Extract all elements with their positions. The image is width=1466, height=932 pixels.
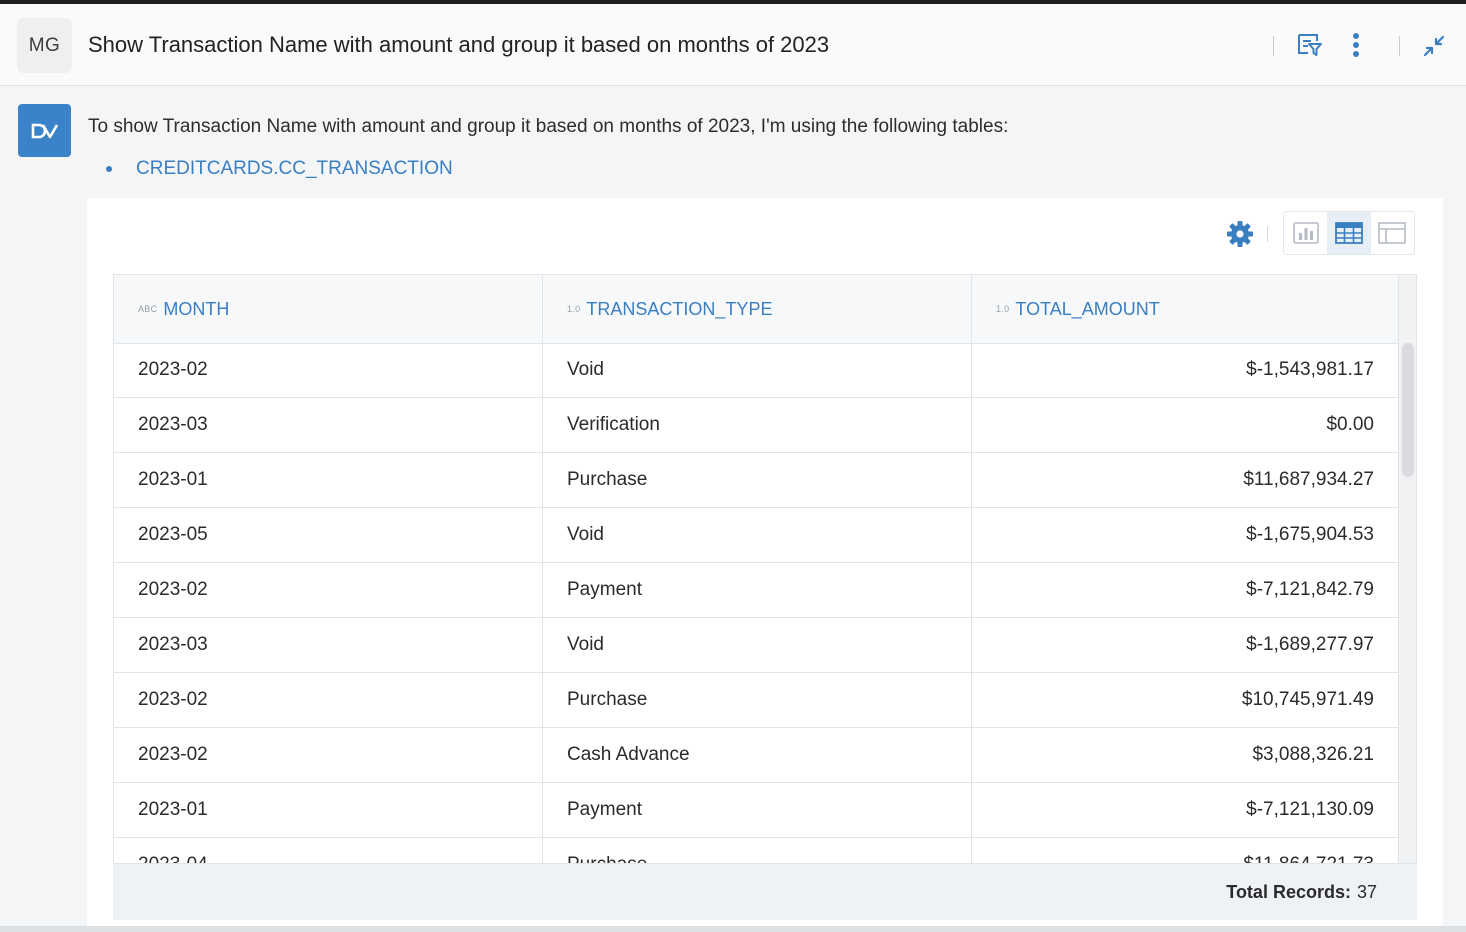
column-header-total-amount[interactable]: 1.0 TOTAL_AMOUNT	[972, 275, 1399, 343]
table-row: 2023-02 Purchase $10,745,971.49	[114, 673, 1399, 728]
cell-transaction-type: Cash Advance	[543, 728, 972, 782]
column-name: MONTH	[163, 298, 230, 319]
window-bottom-border	[0, 926, 1466, 932]
cell-total-amount: $3,088,326.21	[972, 728, 1399, 782]
total-records-label: Total Records:	[1226, 881, 1351, 902]
answer-text: To show Transaction Name with amount and…	[88, 116, 1009, 137]
cell-transaction-type: Purchase	[543, 673, 972, 727]
cell-total-amount: $0.00	[972, 398, 1399, 452]
table-body: 2023-02 Void $-1,543,981.17 2023-03 Veri…	[114, 343, 1399, 863]
gear-icon[interactable]	[1226, 220, 1254, 248]
table-header: ABC MONTH 1.0 TRANSACTION_TYPE 1.0 TOTAL…	[114, 275, 1399, 344]
cell-month: 2023-01	[114, 783, 543, 837]
table-row: 2023-05 Void $-1,675,904.53	[114, 508, 1399, 563]
toolbar-divider	[1267, 226, 1268, 242]
cell-transaction-type: Purchase	[543, 838, 972, 863]
filter-list-icon[interactable]	[1294, 30, 1324, 60]
table-row: 2023-01 Purchase $11,687,934.27	[114, 453, 1399, 508]
cell-month: 2023-05	[114, 508, 543, 562]
more-vertical-icon[interactable]	[1345, 30, 1367, 60]
question-text: Show Transaction Name with amount and gr…	[88, 32, 830, 57]
column-name: TRANSACTION_TYPE	[586, 298, 773, 319]
dv-logo-icon	[18, 104, 71, 157]
data-table: ABC MONTH 1.0 TRANSACTION_TYPE 1.0 TOTAL…	[113, 274, 1417, 864]
source-table-link[interactable]: CREDITCARDS.CC_TRANSACTION	[106, 158, 453, 180]
table-row: 2023-03 Verification $0.00	[114, 398, 1399, 453]
column-type-label: 1.0	[567, 304, 581, 314]
table-row: 2023-02 Cash Advance $3,088,326.21	[114, 728, 1399, 783]
cell-total-amount: $-7,121,842.79	[972, 563, 1399, 617]
cell-month: 2023-03	[114, 618, 543, 672]
cell-total-amount: $11,687,934.27	[972, 453, 1399, 507]
layout-panel-icon[interactable]	[1371, 212, 1414, 254]
total-records-value: 37	[1356, 881, 1377, 902]
cell-total-amount: $-7,121,130.09	[972, 783, 1399, 837]
view-toggle	[1283, 211, 1415, 255]
source-table-list: CREDITCARDS.CC_TRANSACTION	[106, 158, 453, 180]
scrollbar-thumb[interactable]	[1402, 343, 1414, 477]
cell-transaction-type: Verification	[543, 398, 972, 452]
cell-month: 2023-04	[114, 838, 543, 863]
column-type-label: 1.0	[996, 304, 1010, 314]
cell-transaction-type: Void	[543, 508, 972, 562]
collapse-icon[interactable]	[1420, 32, 1448, 60]
cell-transaction-type: Payment	[543, 783, 972, 837]
cell-total-amount: $11,864,721.73	[972, 838, 1399, 863]
cell-total-amount: $-1,689,277.97	[972, 618, 1399, 672]
question-bar: MG Show Transaction Name with amount and…	[0, 4, 1466, 86]
column-name: TOTAL_AMOUNT	[1015, 298, 1160, 319]
cell-transaction-type: Void	[543, 343, 972, 397]
action-divider	[1273, 36, 1274, 56]
cell-total-amount: $-1,543,981.17	[972, 343, 1399, 397]
cell-month: 2023-02	[114, 728, 543, 782]
cell-transaction-type: Payment	[543, 563, 972, 617]
table-row: 2023-02 Payment $-7,121,842.79	[114, 563, 1399, 618]
bullet	[106, 166, 112, 172]
action-divider	[1399, 36, 1400, 56]
table-row: 2023-01 Payment $-7,121,130.09	[114, 783, 1399, 838]
cell-month: 2023-01	[114, 453, 543, 507]
column-type-label: ABC	[138, 304, 158, 314]
cell-transaction-type: Void	[543, 618, 972, 672]
cell-month: 2023-02	[114, 673, 543, 727]
table-row: 2023-04 Purchase $11,864,721.73	[114, 838, 1399, 863]
cell-total-amount: $-1,675,904.53	[972, 508, 1399, 562]
source-table-name[interactable]: CREDITCARDS.CC_TRANSACTION	[136, 158, 453, 180]
bar-chart-icon[interactable]	[1284, 212, 1327, 254]
table-grid-icon[interactable]	[1327, 212, 1371, 254]
table-row: 2023-03 Void $-1,689,277.97	[114, 618, 1399, 673]
user-avatar: MG	[17, 18, 72, 73]
column-header-transaction-type[interactable]: 1.0 TRANSACTION_TYPE	[543, 275, 972, 343]
cell-month: 2023-02	[114, 563, 543, 617]
table-footer: Total Records: 37	[113, 864, 1417, 920]
cell-total-amount: $10,745,971.49	[972, 673, 1399, 727]
table-row: 2023-02 Void $-1,543,981.17	[114, 343, 1399, 398]
cell-month: 2023-02	[114, 343, 543, 397]
cell-month: 2023-03	[114, 398, 543, 452]
column-header-month[interactable]: ABC MONTH	[114, 275, 543, 343]
cell-transaction-type: Purchase	[543, 453, 972, 507]
